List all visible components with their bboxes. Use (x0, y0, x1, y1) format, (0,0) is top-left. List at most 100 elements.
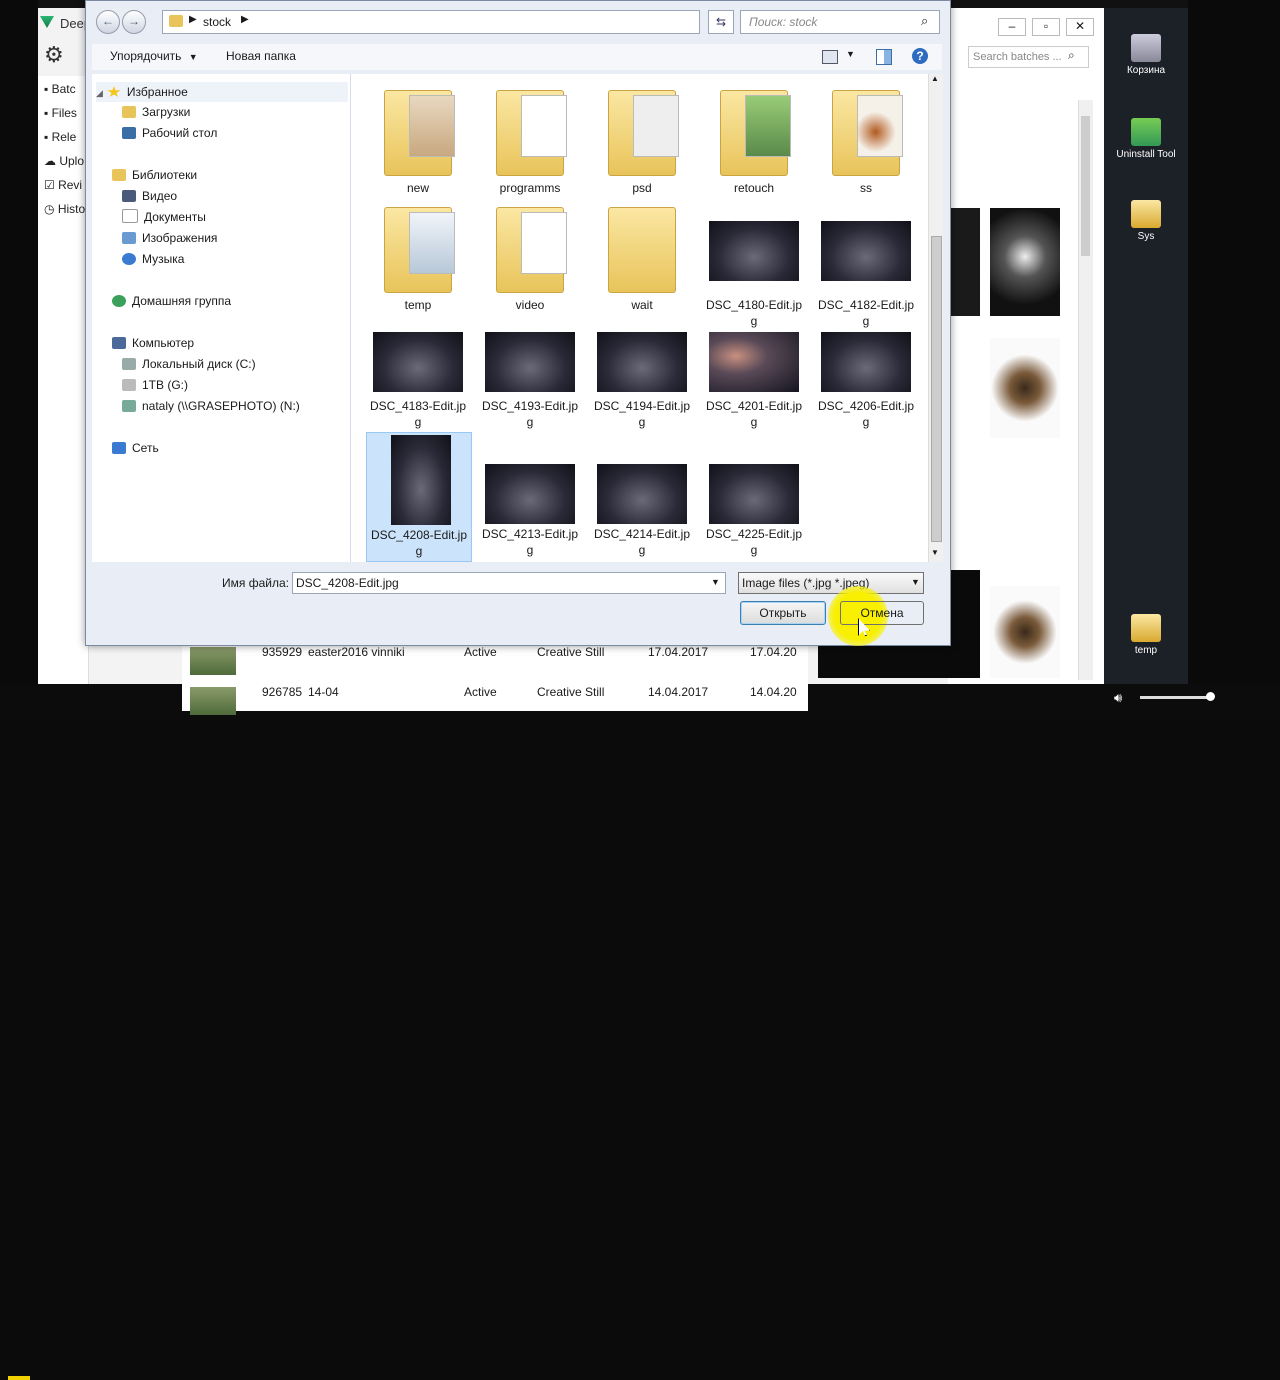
refresh-button[interactable]: ⇆ (708, 10, 734, 34)
photo-thumbnail (597, 464, 687, 524)
row-date2: 17.04.20 (750, 645, 797, 659)
seek-indicator[interactable] (8, 1376, 30, 1380)
chevron-down-icon[interactable]: ▼ (711, 577, 720, 587)
organize-button[interactable]: Упорядочить ▼ (110, 49, 198, 63)
file-type-select[interactable]: Image files (*.jpg *.jpeg) ▼ (738, 572, 924, 594)
sidebar-item-review[interactable]: ☑ Revi (44, 178, 88, 198)
navigation-pane: ◢ Избранное Загрузки Рабочий стол Библиот… (92, 74, 351, 562)
maximize-button[interactable]: ▫ (1032, 18, 1060, 36)
file-list-scrollbar[interactable]: ▲ ▼ (928, 74, 943, 562)
nav-music[interactable]: Музыка (122, 249, 184, 269)
sidebar-item-releases[interactable]: ▪ Rele (44, 130, 88, 150)
file-item[interactable]: DSC_4225-Edit.jp g (702, 440, 806, 558)
search-icon[interactable]: ⌕ (921, 13, 928, 29)
file-item[interactable]: DSC_4183-Edit.jp g (366, 308, 470, 430)
file-item[interactable]: DSC_4194-Edit.jp g (590, 308, 694, 430)
desktop-icon-uninstall[interactable]: Uninstall Tool (1104, 118, 1188, 160)
nav-local-disk[interactable]: Локальный диск (C:) (122, 354, 256, 374)
bg-scroll-thumb[interactable] (1081, 116, 1090, 256)
volume-knob[interactable] (1206, 692, 1215, 701)
desktop-icon-temp[interactable]: temp (1104, 614, 1188, 656)
item-label: DSC_4193-Edit.jp (481, 399, 579, 413)
preview-pane-icon[interactable] (876, 49, 892, 65)
folder-item[interactable]: psd (590, 80, 694, 196)
breadcrumb-stock[interactable]: stock (203, 15, 231, 29)
table-row[interactable]: 935929 easter2016 vinniki Active Creativ… (182, 641, 797, 681)
minimize-button[interactable]: – (998, 18, 1026, 36)
file-item-selected[interactable]: DSC_4208-Edit.jp g (366, 432, 472, 562)
sidebar-item-files[interactable]: ▪ Files (44, 106, 88, 126)
item-label: psd (632, 181, 652, 195)
file-item[interactable]: DSC_4193-Edit.jp g (478, 308, 582, 430)
close-button[interactable]: ✕ (1066, 18, 1094, 36)
file-item[interactable]: DSC_4213-Edit.jp g (478, 440, 582, 558)
new-folder-button[interactable]: Новая папка (226, 49, 296, 63)
nav-images[interactable]: Изображения (122, 228, 217, 248)
row-thumbnail (190, 647, 236, 675)
bg-dark-thumb[interactable] (948, 208, 980, 316)
scroll-down-arrow[interactable]: ▼ (931, 548, 939, 557)
table-row[interactable]: 926785 14-04 Active Creative Still 14.04… (182, 681, 797, 721)
nav-homegroup[interactable]: Домашняя группа (112, 291, 231, 311)
desktop-icon-sys[interactable]: Sys (1104, 200, 1188, 242)
item-label: DSC_4201-Edit.jp (705, 399, 803, 413)
dog-photo-thumb[interactable] (990, 208, 1060, 316)
filename-input[interactable]: DSC_4208-Edit.jpg ▼ (292, 572, 726, 594)
address-bar[interactable]: ▶ stock ▶ (162, 10, 700, 34)
folder-icon (608, 90, 679, 176)
nav-network[interactable]: Сеть (112, 438, 159, 458)
desktop-icon-label: Uninstall Tool (1116, 149, 1176, 160)
sidebar-item-history[interactable]: ◷ Histo (44, 202, 88, 222)
folder-item[interactable]: ss (814, 80, 918, 196)
address-row: ← → ▶ stock ▶ ⇆ Поиск: stock ⌕ (90, 8, 944, 36)
nav-documents[interactable]: Документы (122, 207, 206, 227)
file-item[interactable]: DSC_4206-Edit.jp g (814, 308, 918, 430)
file-item[interactable]: DSC_4201-Edit.jp g (702, 308, 806, 430)
chevron-down-icon[interactable]: ▼ (846, 49, 855, 59)
folder-icon (496, 207, 567, 293)
cancel-button[interactable]: Отмена (840, 601, 924, 625)
dialog-toolbar: Упорядочить ▼ Новая папка ▼ ? (92, 44, 942, 70)
folder-item[interactable]: video (478, 197, 582, 313)
speaker-icon[interactable]: 🔊︎ (1114, 690, 1122, 706)
search-icon[interactable]: ⌕ (1068, 48, 1075, 63)
search-input[interactable]: Поиск: stock ⌕ (740, 10, 940, 34)
dog-photo-thumb[interactable] (990, 586, 1060, 678)
nav-drive-n[interactable]: nataly (\\GRASEPHOTO) (N:) (122, 396, 300, 416)
view-options-icon[interactable] (822, 50, 838, 64)
nav-desktop[interactable]: Рабочий стол (122, 123, 217, 143)
dog-photo-thumb[interactable] (990, 338, 1060, 438)
help-icon[interactable]: ? (912, 48, 928, 64)
scroll-thumb[interactable] (931, 236, 942, 542)
nav-label: Изображения (142, 231, 218, 245)
nav-computer[interactable]: Компьютер (112, 333, 194, 353)
photo-thumbnail (485, 464, 575, 524)
forward-button[interactable]: → (122, 10, 146, 34)
open-button[interactable]: Открыть (740, 601, 826, 625)
sidebar-label: Batc (51, 82, 76, 96)
nav-libraries[interactable]: Библиотеки (112, 165, 197, 185)
file-item[interactable]: DSC_4214-Edit.jp g (590, 440, 694, 558)
nav-video[interactable]: Видео (122, 186, 177, 206)
gear-icon[interactable]: ⚙ (44, 42, 64, 68)
chevron-right-icon[interactable]: ▶ (241, 14, 249, 25)
volume-slider[interactable] (1140, 696, 1210, 699)
folder-item[interactable]: new (366, 80, 470, 196)
nav-drive-g[interactable]: 1TB (G:) (122, 375, 188, 395)
nav-downloads[interactable]: Загрузки (122, 102, 190, 122)
nav-favorites[interactable]: ◢ Избранное (96, 82, 348, 102)
uninstall-tool-icon (1131, 118, 1161, 146)
bg-scrollbar[interactable] (1078, 100, 1093, 680)
folder-icon (832, 90, 903, 176)
folder-item[interactable]: retouch (702, 80, 806, 196)
desktop-icon-recycle[interactable]: Корзина (1104, 34, 1188, 76)
sidebar-item-batches[interactable]: ▪ Batc (44, 82, 88, 102)
back-button[interactable]: ← (96, 10, 120, 34)
folder-item[interactable]: temp (366, 197, 470, 313)
scroll-up-arrow[interactable]: ▲ (931, 74, 939, 83)
sidebar-item-upload[interactable]: ☁ Uplo (44, 154, 88, 174)
folder-item[interactable]: programms (478, 80, 582, 196)
folder-item[interactable]: wait (590, 197, 694, 313)
item-label: DSC_4225-Edit.jp (705, 527, 803, 541)
collapse-icon[interactable]: ◢ (96, 88, 103, 98)
